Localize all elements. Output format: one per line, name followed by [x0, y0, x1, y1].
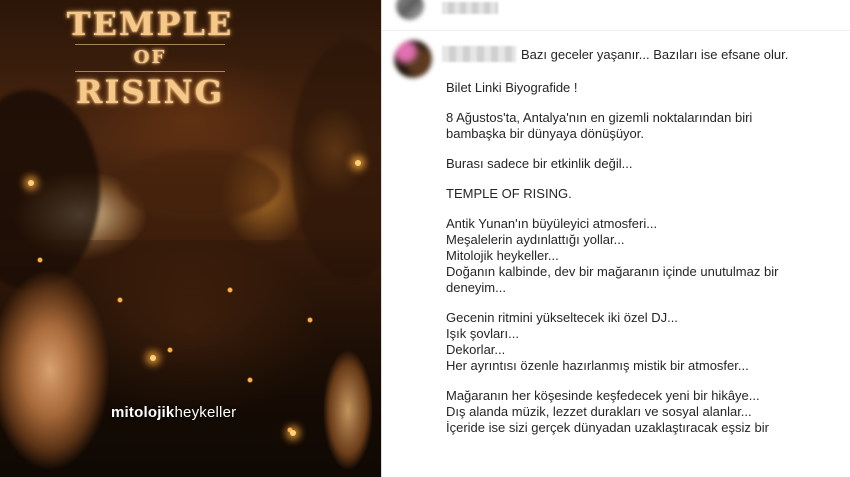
torch-light	[290, 430, 296, 436]
poster-divider	[75, 71, 225, 72]
post-image[interactable]: TEMPLE OF RISING mitolojikheykeller	[0, 0, 381, 477]
caption-line: Gecenin ritmini yükseltecek iki özel DJ.…	[446, 310, 678, 325]
avatar[interactable]	[396, 0, 424, 20]
caption-line: Işık şovları...	[446, 326, 519, 341]
caption-line: Antik Yunan'ın büyüleyici atmosferi...	[446, 216, 658, 231]
poster-title-line: OF	[133, 47, 167, 68]
statue-figure	[0, 270, 110, 477]
caption-paragraph: Gecenin ritmini yükseltecek iki özel DJ.…	[446, 310, 806, 374]
caption-line: TEMPLE OF RISING.	[446, 186, 572, 201]
caption-line: Dış alanda müzik, lezzet durakları ve so…	[446, 404, 752, 419]
watermark: mitolojikheykeller	[111, 404, 236, 421]
watermark-bold: mitolojik	[111, 404, 175, 421]
caption-paragraph: Antik Yunan'ın büyüleyici atmosferi... M…	[446, 216, 806, 296]
caption-line: Mitolojik heykeller...	[446, 248, 559, 263]
poster-divider	[75, 44, 225, 45]
caption-line: Her ayrıntısı özenle hazırlanmış mistik …	[446, 358, 749, 373]
caption-line: Doğanın kalbinde, dev bir mağaranın için…	[446, 264, 779, 295]
statue-figure	[323, 350, 373, 477]
caption-paragraph: Burası sadece bir etkinlik değil...	[446, 156, 806, 172]
caption-line: Burası sadece bir etkinlik değil...	[446, 156, 633, 171]
caption-line: İçeride ise sizi gerçek dünyadan uzaklaş…	[446, 420, 769, 435]
caption-first-line: Bazı geceler yaşanır... Bazıları ise efs…	[521, 47, 789, 62]
stage-glow	[120, 150, 280, 220]
torch-light	[28, 180, 34, 186]
avatar[interactable]	[394, 40, 432, 78]
caption-paragraph: Mağaranın her köşesinde keşfedecek yeni …	[446, 388, 806, 436]
username-redacted[interactable]	[442, 2, 498, 14]
post-header	[382, 0, 850, 31]
caption-line: Dekorlar...	[446, 342, 506, 357]
caption-paragraph: 8 Ağustos'ta, Antalya'nın en gizemli nok…	[446, 110, 806, 142]
torch-light	[355, 160, 361, 166]
watermark-light: heykeller	[174, 404, 237, 421]
caption-body: Bilet Linki Biyografide ! 8 Ağustos'ta, …	[446, 80, 806, 436]
caption-paragraph: TEMPLE OF RISING.	[446, 186, 806, 202]
caption-line: Bilet Linki Biyografide !	[446, 80, 578, 95]
caption-line: Mağaranın her köşesinde keşfedecek yeni …	[446, 388, 760, 403]
caption-paragraph: Bilet Linki Biyografide !	[446, 80, 806, 96]
poster-title: TEMPLE OF RISING	[60, 6, 240, 110]
poster-title-line: TEMPLE	[66, 5, 234, 43]
post-comments-panel: Bazı geceler yaşanır... Bazıları ise efs…	[381, 0, 850, 477]
username-redacted[interactable]	[442, 46, 516, 62]
torch-light	[150, 355, 156, 361]
poster-title-line: RISING	[75, 73, 225, 111]
caption-line: Meşalelerin aydınlattığı yollar...	[446, 232, 625, 247]
caption-line: 8 Ağustos'ta, Antalya'nın en gizemli nok…	[446, 110, 753, 141]
